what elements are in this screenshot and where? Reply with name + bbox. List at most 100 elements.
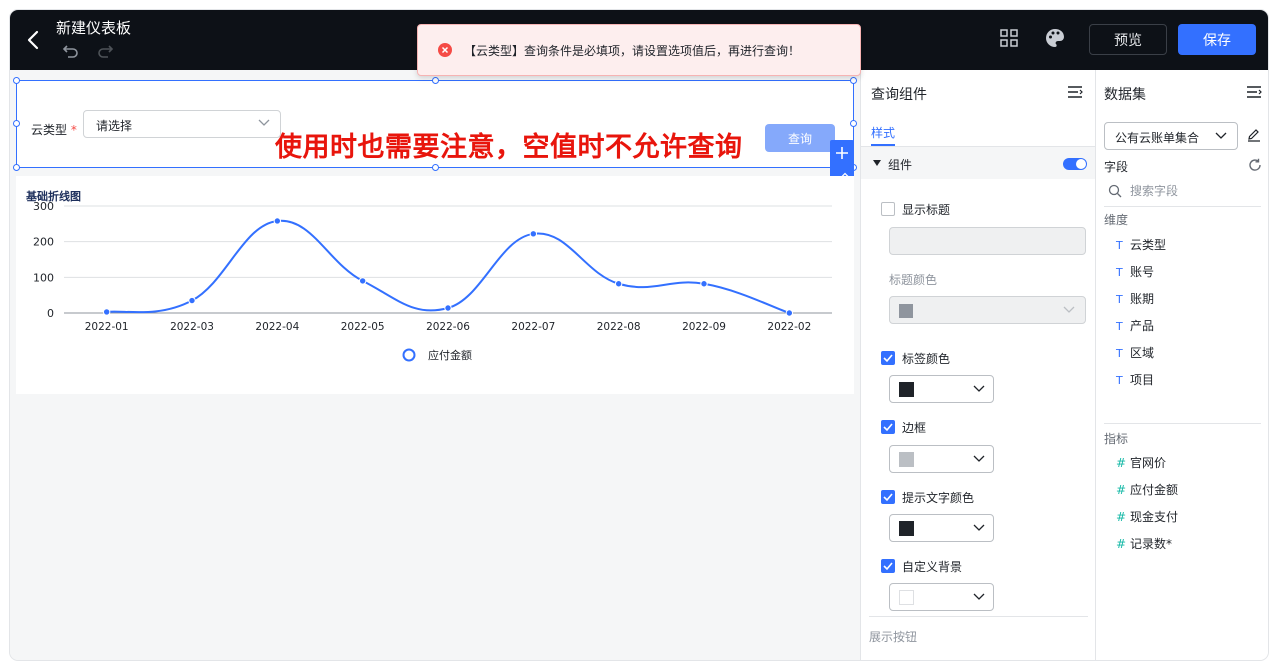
resize-handle[interactable] xyxy=(432,164,439,171)
data-point xyxy=(700,280,708,288)
data-point xyxy=(614,280,623,288)
hint-color-checkbox[interactable] xyxy=(881,490,895,504)
border-label: 边框 xyxy=(902,421,927,435)
edit-icon[interactable] xyxy=(1247,128,1261,142)
field-search-input[interactable]: 搜索字段 xyxy=(1130,182,1178,199)
resize-handle[interactable] xyxy=(13,164,20,171)
annotation-text: 使用时也需要注意，空值时不允许查询 xyxy=(275,132,743,163)
border-checkbox[interactable] xyxy=(881,420,895,434)
dashboard-canvas: 云类型 * 请选择 查询 使用时也需要注意，空值时不允许查询 基础折线图 0 10… xyxy=(10,70,860,660)
query-button[interactable]: 查询 xyxy=(765,124,835,152)
show-buttons-label: 展示按钮 xyxy=(869,630,918,644)
tab-style[interactable]: 样式 xyxy=(871,124,895,141)
palette-icon[interactable] xyxy=(1044,27,1066,49)
preview-button[interactable]: 预览 xyxy=(1089,24,1167,55)
dataset-select[interactable]: 公有云账单集合 xyxy=(1104,122,1238,150)
number-type-icon: # xyxy=(1116,510,1127,524)
number-type-icon: # xyxy=(1116,537,1127,551)
label-color-picker[interactable] xyxy=(889,375,994,403)
data-point xyxy=(102,308,111,316)
settings-panel: 查询组件 样式 组件 显示标题 标题颜色 标签颜色 边框 提示文字颜色 自定义背… xyxy=(860,70,1096,660)
dimension-item[interactable]: T 项目 xyxy=(1116,371,1154,388)
metric-name: 记录数* xyxy=(1130,537,1173,551)
group-label: 组件 xyxy=(888,158,913,172)
component-toggle[interactable] xyxy=(1063,158,1087,170)
metric-item[interactable]: # 官网价 xyxy=(1116,454,1166,471)
undo-icon[interactable] xyxy=(62,43,80,59)
back-icon[interactable] xyxy=(24,28,44,52)
color-swatch xyxy=(899,521,914,536)
y-tick-label: 100 xyxy=(33,271,54,284)
dimension-name: 产品 xyxy=(1130,319,1155,333)
data-point xyxy=(358,277,367,285)
border-color-picker[interactable] xyxy=(889,445,994,473)
chevron-down-icon xyxy=(258,119,270,126)
x-tick-label: 2022-02 xyxy=(767,321,811,333)
refresh-icon[interactable] xyxy=(1248,158,1262,172)
resize-handle[interactable] xyxy=(13,77,20,84)
text-type-icon: T xyxy=(1116,293,1123,306)
collapse-menu-icon[interactable] xyxy=(1067,84,1083,100)
cloud-type-label-text: 云类型 xyxy=(31,123,68,137)
title-color-label: 标题颜色 xyxy=(889,273,938,287)
hint-color-label: 提示文字颜色 xyxy=(902,491,975,505)
resize-handle[interactable] xyxy=(850,77,857,84)
cloud-type-select[interactable]: 请选择 xyxy=(83,110,281,138)
custom-bg-checkbox[interactable] xyxy=(881,559,895,573)
metric-name: 官网价 xyxy=(1130,456,1167,470)
show-title-checkbox[interactable] xyxy=(881,202,895,216)
number-type-icon: # xyxy=(1116,483,1127,497)
divider xyxy=(1104,423,1261,424)
dimension-item[interactable]: T 云类型 xyxy=(1116,236,1166,253)
color-swatch xyxy=(899,304,913,318)
metric-name: 现金支付 xyxy=(1130,510,1179,524)
divider xyxy=(1104,206,1261,207)
resize-handle[interactable] xyxy=(432,77,439,84)
resize-handle[interactable] xyxy=(850,120,857,127)
collapse-menu-icon[interactable] xyxy=(1246,84,1262,100)
dimension-item[interactable]: T 账期 xyxy=(1116,290,1154,307)
cloud-type-label: 云类型 * xyxy=(31,121,77,138)
dimension-name: 账号 xyxy=(1130,265,1155,279)
dataset-selected: 公有云账单集合 xyxy=(1115,131,1200,145)
search-icon xyxy=(1108,184,1122,198)
metric-item[interactable]: # 应付金额 xyxy=(1116,481,1178,498)
dimension-name: 区域 xyxy=(1130,346,1155,360)
show-title-label: 显示标题 xyxy=(902,203,951,217)
chevron-down-icon xyxy=(973,524,985,531)
legend-label: 应付金额 xyxy=(428,348,472,362)
redo-icon[interactable] xyxy=(96,43,114,59)
label-color-checkbox[interactable] xyxy=(881,351,895,365)
data-point xyxy=(529,230,538,238)
data-point xyxy=(444,304,452,312)
add-icon[interactable] xyxy=(834,145,850,161)
component-group-header[interactable]: 组件 xyxy=(861,147,1096,179)
dimension-item[interactable]: T 账号 xyxy=(1116,263,1154,280)
title-input[interactable] xyxy=(889,227,1086,255)
custom-bg-picker[interactable] xyxy=(889,583,994,611)
number-type-icon: # xyxy=(1116,456,1127,470)
query-component[interactable]: 云类型 * 请选择 查询 使用时也需要注意，空值时不允许查询 xyxy=(13,77,857,171)
chevron-down-icon xyxy=(973,593,985,600)
data-point xyxy=(273,217,282,225)
x-tick-label: 2022-01 xyxy=(85,321,129,333)
hint-color-picker[interactable] xyxy=(889,514,994,542)
dashboard-title[interactable]: 新建仪表板 xyxy=(56,17,131,38)
check-icon xyxy=(883,423,893,432)
resize-handle[interactable] xyxy=(13,120,20,127)
dimension-item[interactable]: T 区域 xyxy=(1116,344,1154,361)
chevron-down-icon xyxy=(973,385,985,392)
text-type-icon: T xyxy=(1116,266,1123,279)
line-chart-card[interactable]: 基础折线图 0 100 200 300 2022-01 2022-03 2022-04 202… xyxy=(16,176,854,394)
save-button[interactable]: 保存 xyxy=(1178,24,1256,55)
app-window: 新建仪表板 预览 保存 【云类型】查询条件是必填项，请设置选项值后，再进行查询！ xyxy=(10,10,1268,660)
metric-item[interactable]: # 记录数* xyxy=(1116,535,1172,552)
metric-item[interactable]: # 现金支付 xyxy=(1116,508,1178,525)
error-icon xyxy=(438,43,452,57)
title-color-picker[interactable] xyxy=(889,296,1086,324)
dataset-panel: 数据集 公有云账单集合 字段 搜索字段 维度 T 云类型 T 账号 T 账期 T 产品 … xyxy=(1095,70,1268,660)
layout-icon[interactable] xyxy=(998,27,1020,49)
custom-bg-label: 自定义背景 xyxy=(902,560,963,574)
dimension-item[interactable]: T 产品 xyxy=(1116,317,1154,334)
x-tick-label: 2022-08 xyxy=(597,321,641,333)
